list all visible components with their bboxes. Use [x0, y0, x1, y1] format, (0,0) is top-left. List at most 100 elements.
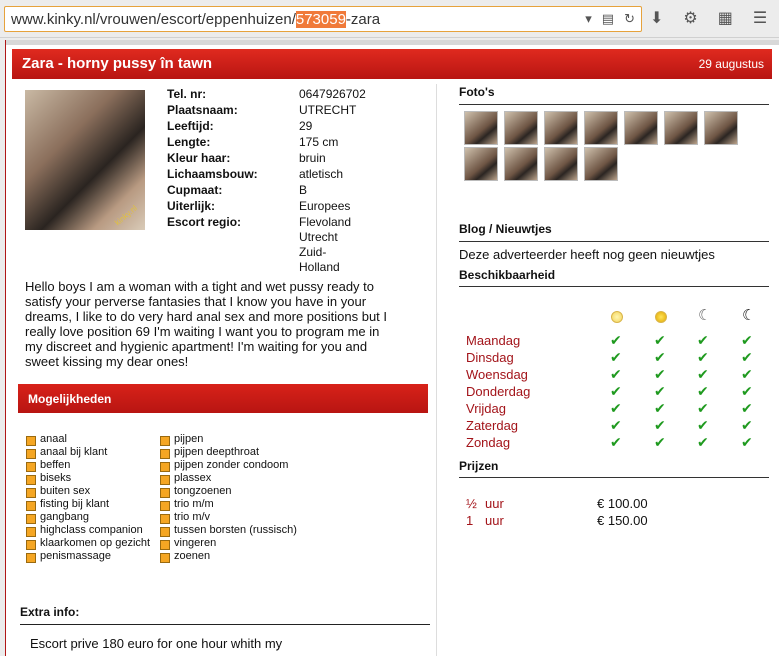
- column-divider: [436, 84, 437, 656]
- service-item: anaal bij klant: [26, 446, 150, 459]
- checkmark-icon: ✔: [654, 383, 666, 399]
- checkmark-icon: ✔: [654, 434, 666, 450]
- reader-view-icon[interactable]: ▤: [602, 11, 614, 27]
- detail-label: Tel. nr:: [167, 87, 207, 101]
- profile-photo[interactable]: kinky.nl: [25, 90, 145, 230]
- browser-toolbar: www.kinky.nl/vrouwen/escort/eppenhuizen/…: [0, 0, 779, 38]
- availability-row: Zaterdag ✔ ✔ ✔ ✔: [466, 417, 776, 435]
- afternoon-sun-icon: [655, 311, 667, 323]
- divider: [459, 104, 769, 105]
- profile-header: Zara - horny pussy în tawn 29 augustus: [12, 49, 772, 79]
- url-field[interactable]: www.kinky.nl/vrouwen/escort/eppenhuizen/…: [4, 6, 642, 32]
- availability-row: Dinsdag ✔ ✔ ✔ ✔: [466, 349, 776, 367]
- photo-thumbnail[interactable]: [504, 111, 538, 145]
- extra-info-text: Escort prive 180 euro for one hour whith…: [30, 636, 283, 651]
- detail-label: Uiterlijk:: [167, 199, 216, 213]
- checkmark-icon: ✔: [610, 400, 622, 416]
- photo-thumbnail[interactable]: [504, 147, 538, 181]
- photo-thumbnail[interactable]: [624, 111, 658, 145]
- detail-value: Europees: [299, 199, 351, 213]
- availability-row: Donderdag ✔ ✔ ✔ ✔: [466, 383, 776, 401]
- services-list-2: pijpen pijpen deepthroat pijpen zonder con…: [160, 433, 297, 563]
- checkmark-icon: ✔: [741, 383, 753, 399]
- service-item: gangbang: [26, 511, 150, 524]
- photos-title: Foto's: [459, 85, 495, 99]
- dropdown-arrow-icon[interactable]: ▾: [585, 11, 592, 27]
- profile-description: Hello boys I am a woman with a tight and…: [25, 279, 388, 369]
- detail-value: Flevoland Utrecht Zuid-Holland: [299, 215, 351, 275]
- photo-thumbnail[interactable]: [584, 111, 618, 145]
- checkmark-icon: ✔: [741, 434, 753, 450]
- day-label: Dinsdag: [466, 350, 514, 365]
- day-label: Donderdag: [466, 384, 531, 399]
- price-duration-unit: uur: [485, 496, 504, 511]
- detail-label: Lengte:: [167, 135, 211, 149]
- checkmark-icon: ✔: [610, 332, 622, 348]
- service-item: fisting bij klant: [26, 498, 150, 511]
- detail-value: UTRECHT: [299, 103, 357, 117]
- checkmark-icon: ✔: [610, 366, 622, 382]
- region-item: Zuid-Holland: [299, 245, 340, 274]
- download-icon[interactable]: ⬇: [650, 8, 663, 28]
- watermark: kinky.nl: [113, 203, 139, 228]
- checkmark-icon: ✔: [741, 417, 753, 433]
- service-item: tongzoenen: [160, 485, 297, 498]
- page-content: Zara - horny pussy în tawn 29 augustus k…: [5, 40, 779, 656]
- service-item: beffen: [26, 459, 150, 472]
- checkmark-icon: ✔: [654, 349, 666, 365]
- photo-thumbnail[interactable]: [544, 147, 578, 181]
- photo-thumbnail[interactable]: [464, 111, 498, 145]
- detail-label: Plaatsnaam:: [167, 103, 238, 117]
- clipboard-icon[interactable]: ▦: [718, 8, 733, 28]
- checkmark-icon: ✔: [697, 434, 709, 450]
- price-duration-unit: uur: [485, 513, 504, 528]
- tab-strip: [6, 40, 779, 45]
- service-item: vingeren: [160, 537, 297, 550]
- service-item: buiten sex: [26, 485, 150, 498]
- detail-label: Lichaamsbouw:: [167, 167, 258, 181]
- divider: [459, 477, 769, 478]
- url-selection: 573059: [295, 11, 346, 28]
- region-item: Utrecht: [299, 230, 338, 244]
- availability-row: Vrijdag ✔ ✔ ✔ ✔: [466, 400, 776, 418]
- checkmark-icon: ✔: [741, 400, 753, 416]
- checkmark-icon: ✔: [654, 400, 666, 416]
- availability-title: Beschikbaarheid: [459, 268, 556, 282]
- extension-icon[interactable]: ⚙: [683, 8, 697, 28]
- price-value: € 150.00: [597, 513, 648, 528]
- checkmark-icon: ✔: [697, 366, 709, 382]
- checkmark-icon: ✔: [697, 400, 709, 416]
- checkmark-icon: ✔: [654, 366, 666, 382]
- service-item: pijpen deepthroat: [160, 446, 297, 459]
- services-header: Mogelijkheden: [18, 384, 428, 413]
- availability-row: Zondag ✔ ✔ ✔ ✔: [466, 434, 776, 452]
- checkmark-icon: ✔: [697, 417, 709, 433]
- checkmark-icon: ✔: [610, 349, 622, 365]
- blog-text: Deze adverteerder heeft nog geen nieuwtj…: [459, 247, 715, 262]
- photo-thumbnail[interactable]: [464, 147, 498, 181]
- price-duration-qty: ½: [466, 496, 477, 511]
- reload-icon[interactable]: ↻: [624, 11, 635, 27]
- page-title: Zara - horny pussy în tawn: [22, 55, 213, 72]
- detail-label: Cupmaat:: [167, 183, 223, 197]
- divider: [459, 241, 769, 242]
- menu-icon[interactable]: ☰: [753, 8, 767, 28]
- photo-thumbnail[interactable]: [664, 111, 698, 145]
- service-item: trio m/v: [160, 511, 297, 524]
- price-value: € 100.00: [597, 496, 648, 511]
- checkmark-icon: ✔: [697, 349, 709, 365]
- service-item: anaal: [26, 433, 150, 446]
- photo-thumbnail[interactable]: [544, 111, 578, 145]
- detail-value: 175 cm: [299, 135, 339, 149]
- divider: [459, 286, 769, 287]
- photo-thumbnail[interactable]: [704, 111, 738, 145]
- checkmark-icon: ✔: [697, 383, 709, 399]
- checkmark-icon: ✔: [610, 383, 622, 399]
- detail-value: bruin: [299, 151, 326, 165]
- blog-title: Blog / Nieuwtjes: [459, 222, 552, 236]
- detail-label: Leeftijd:: [167, 119, 214, 133]
- prices-title: Prijzen: [459, 459, 499, 473]
- photo-thumbnail[interactable]: [584, 147, 618, 181]
- checkmark-icon: ✔: [741, 332, 753, 348]
- services-list-1: anaal anaal bij klant beffen biseks buiten s…: [26, 433, 150, 563]
